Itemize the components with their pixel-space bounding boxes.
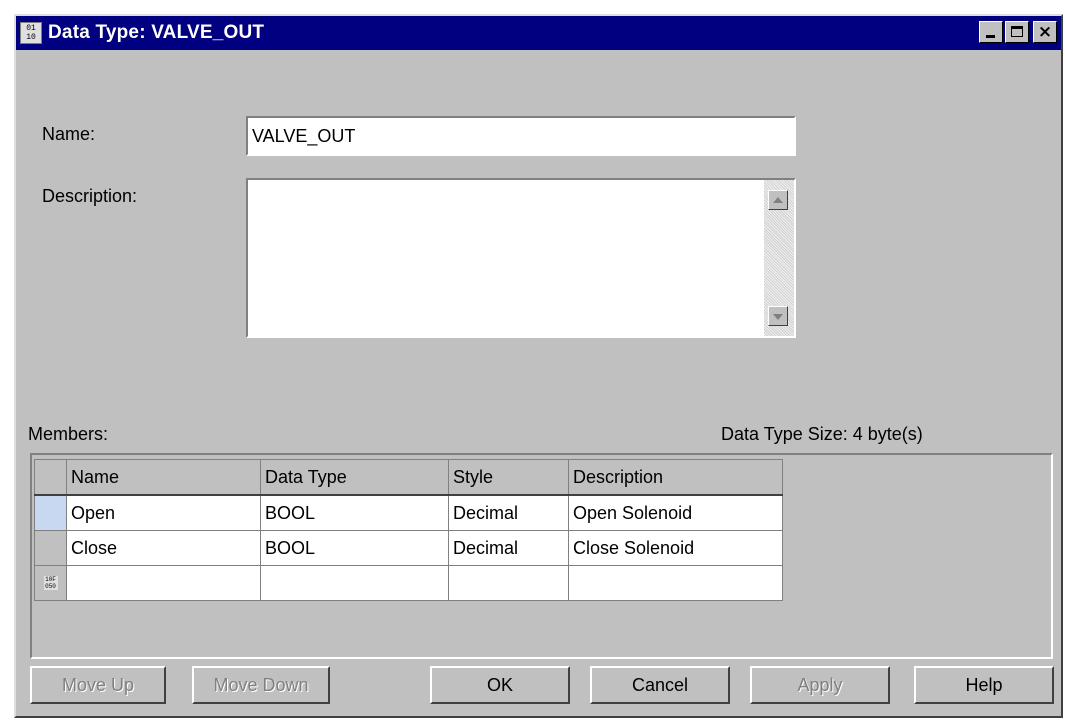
ok-button[interactable]: OK <box>430 666 570 704</box>
corner-header[interactable] <box>34 459 67 496</box>
maximize-button[interactable] <box>1005 21 1029 43</box>
column-header-description[interactable]: Description <box>568 459 783 496</box>
cancel-button[interactable]: Cancel <box>590 666 730 704</box>
row-selector <box>35 496 66 530</box>
data-type-size: Data Type Size: 4 byte(s) <box>721 424 923 444</box>
scroll-up-button[interactable] <box>768 190 788 210</box>
table-row-new[interactable]: 10F 050 <box>34 565 783 601</box>
new-row-icon: 10F 050 <box>43 576 58 590</box>
description-box <box>246 178 796 338</box>
apply-button[interactable]: Apply <box>750 666 890 704</box>
member-description-cell[interactable]: Close Solenoid <box>568 530 783 566</box>
member-name-cell[interactable]: Open <box>66 494 261 531</box>
table-row[interactable]: Open BOOL Decimal Open Solenoid <box>34 494 783 531</box>
window-controls: × <box>979 21 1057 43</box>
arrow-down-icon <box>773 314 783 320</box>
scroll-down-button[interactable] <box>768 306 788 326</box>
description-label: Description: <box>42 186 138 206</box>
description-scrollbar[interactable] <box>764 180 794 336</box>
data-type-icon: 01 10 <box>20 22 42 44</box>
member-style-cell[interactable] <box>448 565 569 601</box>
table-header-row: Name Data Type Style Description <box>34 459 783 496</box>
name-label: Name: <box>42 124 96 144</box>
member-name-cell[interactable]: Close <box>66 530 261 566</box>
title-bar[interactable]: 01 10 Data Type: VALVE_OUT × <box>16 16 1061 50</box>
column-header-style[interactable]: Style <box>448 459 569 496</box>
help-button[interactable]: Help <box>914 666 1054 704</box>
member-data-type-cell[interactable] <box>260 565 449 601</box>
row-header[interactable] <box>34 530 67 566</box>
table-row[interactable]: Close BOOL Decimal Close Solenoid <box>34 530 783 566</box>
members-grid: Name Data Type Style Description Open BO… <box>30 453 1053 659</box>
minimize-icon <box>986 35 995 38</box>
member-data-type-cell[interactable]: BOOL <box>260 530 449 566</box>
maximize-icon <box>1011 26 1023 37</box>
row-header[interactable]: 10F 050 <box>34 565 67 601</box>
member-style-cell[interactable]: Decimal <box>448 530 569 566</box>
member-description-cell[interactable] <box>568 565 783 601</box>
close-icon: × <box>1037 22 1053 42</box>
member-name-cell[interactable] <box>66 565 261 601</box>
members-label: Members: <box>28 424 109 444</box>
move-down-button[interactable]: Move Down <box>192 666 330 704</box>
row-header[interactable] <box>34 494 67 531</box>
member-style-cell[interactable]: Decimal <box>448 494 569 531</box>
members-table: Name Data Type Style Description Open BO… <box>34 459 783 601</box>
column-header-name[interactable]: Name <box>66 459 261 496</box>
description-input[interactable] <box>248 180 758 336</box>
minimize-button[interactable] <box>979 21 1003 43</box>
row-selector <box>36 532 66 565</box>
arrow-up-icon <box>773 197 783 203</box>
close-button[interactable]: × <box>1033 21 1057 43</box>
member-description-cell[interactable]: Open Solenoid <box>568 494 783 531</box>
column-header-data-type[interactable]: Data Type <box>260 459 449 496</box>
member-data-type-cell[interactable]: BOOL <box>260 494 449 531</box>
window-title: Data Type: VALVE_OUT <box>48 22 265 43</box>
move-up-button[interactable]: Move Up <box>30 666 166 704</box>
data-type-dialog: 0110 Data Type: VALVE_OUT × Name: Descri… <box>14 14 1063 718</box>
name-input[interactable] <box>246 116 796 156</box>
